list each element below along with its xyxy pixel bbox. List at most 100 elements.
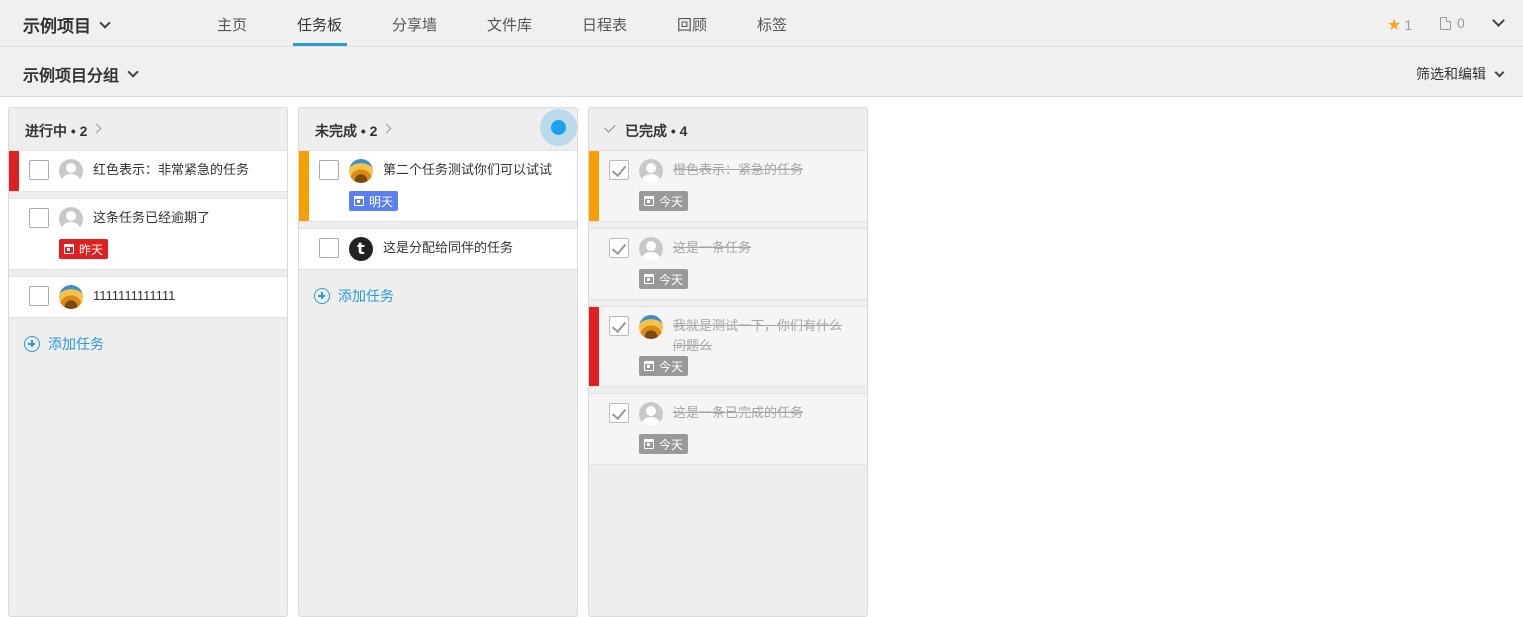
filter-edit-label: 筛选和编辑 (1416, 66, 1486, 82)
column-completed: 已完成 • 4 橙色表示：紧急的任务 今天 这是一条任务 今天 我就是测试一下，… (588, 107, 868, 617)
group-title: 示例项目分组 (23, 68, 120, 85)
column-header[interactable]: 未完成 • 2 (299, 108, 577, 150)
group-bar: 示例项目分组 筛选和编辑 (0, 47, 1523, 97)
add-circle-icon (314, 288, 330, 304)
column-in-progress: 进行中 • 2 红色表示：非常紧急的任务 这条任务已经逾期了 昨天 111111… (8, 107, 288, 617)
t-avatar: t (349, 237, 373, 261)
due-date-label: 明天 (369, 194, 394, 209)
task-card[interactable]: 这是一条已完成的任务 今天 (589, 393, 867, 465)
task-card[interactable]: 橙色表示：紧急的任务 今天 (589, 150, 867, 222)
due-date-label: 昨天 (79, 242, 104, 257)
sunflower-avatar (639, 315, 663, 339)
filter-edit-button[interactable]: 筛选和编辑 (1416, 64, 1505, 84)
sunflower-avatar (59, 285, 83, 309)
column-incomplete: 未完成 • 2 第二个任务测试你们可以试试 明天 t 这是分配给同伴的任务 添加… (298, 107, 578, 617)
priority-bar (589, 307, 599, 386)
priority-bar (9, 151, 19, 191)
task-title: 这条任务已经逾期了 (93, 210, 211, 225)
chevron-down-icon[interactable] (1492, 14, 1505, 27)
tab-schedule[interactable]: 日程表 (582, 14, 627, 35)
due-date-label: 今天 (659, 359, 684, 374)
priority-bar (299, 151, 309, 221)
task-title: 红色表示：非常紧急的任务 (93, 162, 250, 177)
calendar-icon (64, 244, 74, 254)
add-task-button[interactable]: 添加任务 (314, 286, 577, 306)
due-date-badge: 今天 (639, 269, 689, 289)
tab-home[interactable]: 主页 (217, 14, 247, 35)
due-date-badge: 今天 (639, 356, 689, 376)
due-date-label: 今天 (659, 272, 684, 287)
project-title: 示例项目 (23, 17, 91, 36)
priority-bar (589, 151, 599, 221)
cursor-indicator (540, 109, 577, 146)
due-date-badge: 昨天 (59, 239, 109, 259)
calendar-icon (644, 439, 654, 449)
due-date-badge: 今天 (639, 191, 689, 211)
task-checkbox[interactable] (29, 160, 49, 180)
add-circle-icon (24, 336, 40, 352)
task-card[interactable]: 这条任务已经逾期了 昨天 (9, 198, 287, 270)
task-card[interactable]: 这是一条任务 今天 (589, 228, 867, 300)
due-date-label: 今天 (659, 437, 684, 452)
default-avatar (59, 207, 83, 231)
tab-share-wall[interactable]: 分享墙 (392, 14, 437, 35)
task-card[interactable]: 第二个任务测试你们可以试试 明天 (299, 150, 577, 222)
chevron-right-icon (382, 123, 392, 134)
add-task-label: 添加任务 (48, 336, 104, 352)
task-card[interactable]: t 这是分配给同伴的任务 (299, 228, 577, 270)
task-title: 橙色表示：紧急的任务 (673, 162, 804, 177)
file-icon (1440, 16, 1451, 30)
column-title: 未完成 • 2 (315, 123, 378, 139)
default-avatar (639, 159, 663, 183)
task-checkbox[interactable] (609, 238, 629, 258)
task-checkbox[interactable] (609, 316, 629, 336)
calendar-icon (644, 196, 654, 206)
task-checkbox[interactable] (609, 160, 629, 180)
due-date-label: 今天 (659, 194, 684, 209)
star-icon: ★ (1387, 17, 1402, 34)
column-header[interactable]: 已完成 • 4 (589, 108, 867, 150)
check-icon (604, 121, 616, 133)
task-checkbox[interactable] (29, 208, 49, 228)
sunflower-avatar (349, 159, 373, 183)
chevron-down-icon (99, 16, 111, 29)
active-tab-indicator (293, 43, 347, 46)
tab-taskboard[interactable]: 任务板 (297, 14, 342, 35)
tab-review[interactable]: 回顾 (677, 14, 707, 35)
task-card[interactable]: 我就是测试一下，你们有什么问题么 今天 (589, 306, 867, 387)
task-title: 这是一条任务 (673, 240, 752, 255)
task-title: 第二个任务测试你们可以试试 (383, 162, 553, 177)
default-avatar (59, 159, 83, 183)
calendar-icon (354, 196, 364, 206)
file-count-button[interactable]: 0 (1440, 15, 1465, 31)
chevron-down-icon (1494, 67, 1505, 77)
group-switcher[interactable]: 示例项目分组 (23, 62, 139, 86)
column-header[interactable]: 进行中 • 2 (9, 108, 287, 150)
tab-tags[interactable]: 标签 (757, 14, 787, 35)
add-task-label: 添加任务 (338, 288, 394, 304)
task-title: 1111111111111 (93, 288, 176, 303)
column-title: 进行中 • 2 (25, 123, 88, 139)
task-checkbox[interactable] (319, 238, 339, 258)
top-navigation-bar: 示例项目 主页 任务板 分享墙 文件库 日程表 回顾 标签 ★ 1 0 (0, 0, 1523, 47)
default-avatar (639, 402, 663, 426)
tab-files[interactable]: 文件库 (487, 14, 532, 35)
task-checkbox[interactable] (29, 286, 49, 306)
task-checkbox[interactable] (609, 403, 629, 423)
star-count: 1 (1404, 17, 1413, 33)
task-checkbox[interactable] (319, 160, 339, 180)
task-title: 我就是测试一下，你们有什么问题么 (673, 318, 843, 353)
due-date-badge: 明天 (349, 191, 399, 211)
file-count: 0 (1457, 15, 1465, 31)
task-title: 这是分配给同伴的任务 (383, 240, 514, 255)
star-count-button[interactable]: ★ 1 (1387, 15, 1412, 35)
column-title: 已完成 • 4 (625, 123, 688, 139)
add-task-button[interactable]: 添加任务 (24, 334, 287, 354)
project-switcher[interactable]: 示例项目 (23, 12, 111, 37)
default-avatar (639, 237, 663, 261)
task-card[interactable]: 1111111111111 (9, 276, 287, 318)
chevron-down-icon (127, 66, 139, 78)
due-date-badge: 今天 (639, 434, 689, 454)
calendar-icon (644, 361, 654, 371)
task-card[interactable]: 红色表示：非常紧急的任务 (9, 150, 287, 192)
